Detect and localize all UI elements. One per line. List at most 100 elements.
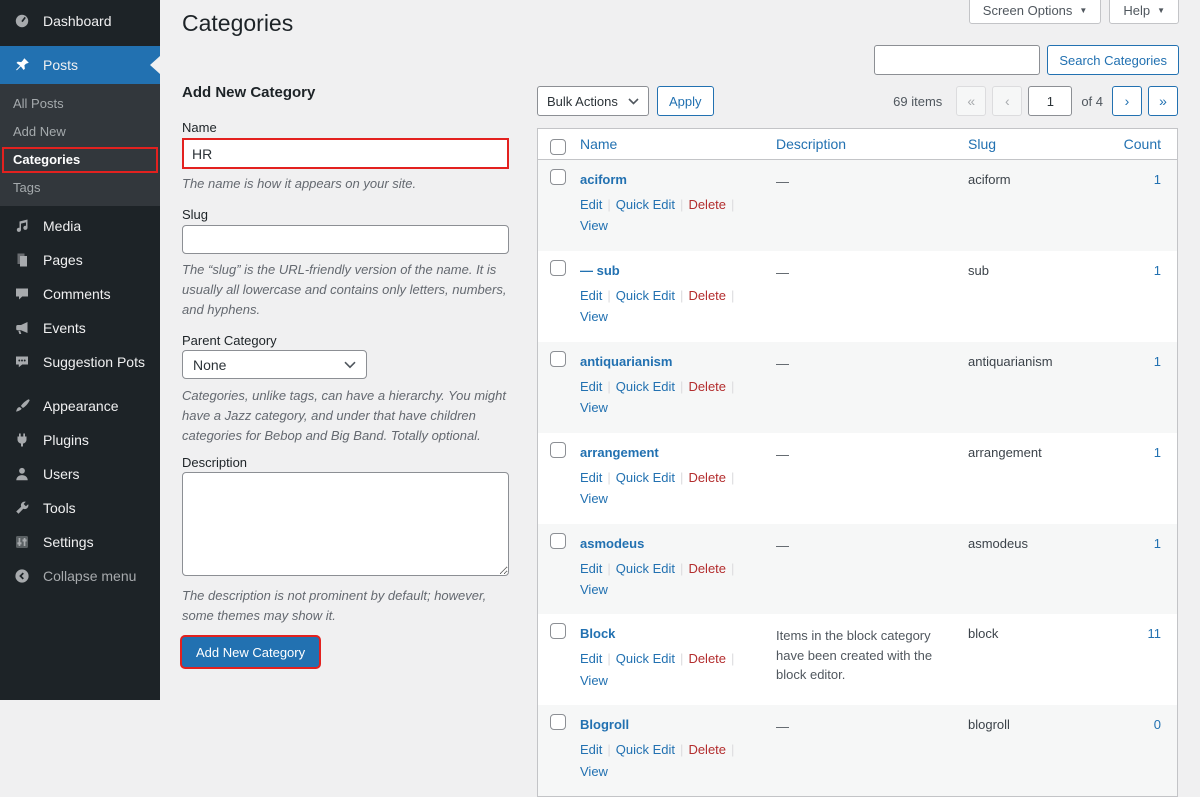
add-new-category-button[interactable]: Add New Category (182, 637, 319, 667)
row-checkbox[interactable] (550, 623, 566, 639)
edit-link[interactable]: Edit (580, 288, 602, 303)
view-link[interactable]: View (580, 582, 608, 597)
bulk-actions-select[interactable]: Bulk Actions (537, 86, 649, 116)
view-link[interactable]: View (580, 764, 608, 779)
header-count[interactable]: Count (1094, 129, 1177, 160)
row-checkbox[interactable] (550, 260, 566, 276)
view-link[interactable]: View (580, 491, 608, 506)
category-name-link[interactable]: — sub (580, 263, 620, 278)
count-link[interactable]: 1 (1154, 263, 1161, 278)
category-slug-input[interactable] (182, 225, 509, 254)
parent-category-select[interactable]: None (182, 350, 367, 379)
view-link[interactable]: View (580, 218, 608, 233)
separator: | (680, 561, 683, 576)
row-checkbox[interactable] (550, 442, 566, 458)
sidebar-item-all-posts[interactable]: All Posts (0, 90, 160, 118)
edit-link[interactable]: Edit (580, 561, 602, 576)
search-input[interactable] (874, 45, 1040, 75)
quick-edit-link[interactable]: Quick Edit (616, 470, 675, 485)
row-checkbox[interactable] (550, 714, 566, 730)
separator: | (680, 379, 683, 394)
search-categories-button[interactable]: Search Categories (1047, 45, 1179, 75)
sidebar-item-add-new[interactable]: Add New (0, 118, 160, 146)
view-link[interactable]: View (580, 673, 608, 688)
help-button[interactable]: Help ▼ (1109, 0, 1179, 24)
last-page-button[interactable]: » (1148, 86, 1178, 116)
parent-help-text: Categories, unlike tags, can have a hier… (182, 386, 514, 446)
sidebar-item-dashboard[interactable]: Dashboard (0, 4, 160, 38)
collapse-menu-button[interactable]: Collapse menu (0, 559, 160, 593)
count-link[interactable]: 1 (1154, 354, 1161, 369)
edit-link[interactable]: Edit (580, 470, 602, 485)
edit-link[interactable]: Edit (580, 651, 602, 666)
sidebar-item-label: Posts (43, 57, 78, 73)
sidebar-item-label: Pages (43, 252, 83, 268)
sidebar-item-users[interactable]: Users (0, 457, 160, 491)
delete-link[interactable]: Delete (688, 470, 726, 485)
quick-edit-link[interactable]: Quick Edit (616, 197, 675, 212)
edit-link[interactable]: Edit (580, 197, 602, 212)
sidebar-item-settings[interactable]: Settings (0, 525, 160, 559)
edit-link[interactable]: Edit (580, 379, 602, 394)
count-link[interactable]: 1 (1154, 536, 1161, 551)
row-checkbox[interactable] (550, 533, 566, 549)
delete-link[interactable]: Delete (688, 288, 726, 303)
category-name-link[interactable]: antiquarianism (580, 354, 672, 369)
sidebar-item-pages[interactable]: Pages (0, 243, 160, 277)
view-link[interactable]: View (580, 400, 608, 415)
total-pages-label: of 4 (1081, 94, 1103, 109)
edit-link[interactable]: Edit (580, 742, 602, 757)
sidebar-item-tags[interactable]: Tags (0, 174, 160, 202)
apply-button[interactable]: Apply (657, 86, 714, 116)
main-content: Categories Screen Options ▼ Help ▼ Searc… (160, 0, 1200, 700)
sidebar-item-suggestion-pots[interactable]: Suggestion Pots (0, 345, 160, 379)
first-page-button[interactable]: « (956, 86, 986, 116)
count-link[interactable]: 0 (1154, 717, 1161, 732)
category-name-link[interactable]: aciform (580, 172, 627, 187)
category-name-link[interactable]: arrangement (580, 445, 659, 460)
count-link[interactable]: 11 (1148, 626, 1162, 641)
prev-page-button[interactable]: ‹ (992, 86, 1022, 116)
sidebar-item-categories[interactable]: Categories (2, 147, 158, 173)
header-slug[interactable]: Slug (958, 129, 1094, 160)
header-name[interactable]: Name (570, 129, 766, 160)
row-checkbox[interactable] (550, 169, 566, 185)
sidebar-item-tools[interactable]: Tools (0, 491, 160, 525)
delete-link[interactable]: Delete (688, 561, 726, 576)
quick-edit-link[interactable]: Quick Edit (616, 379, 675, 394)
row-actions: Edit|Quick Edit|Delete| View (580, 285, 756, 328)
sidebar-item-plugins[interactable]: Plugins (0, 423, 160, 457)
slug-help-text: The “slug” is the URL-friendly version o… (182, 260, 514, 320)
screen-options-button[interactable]: Screen Options ▼ (969, 0, 1102, 24)
count-link[interactable]: 1 (1154, 445, 1161, 460)
category-description-textarea[interactable] (182, 472, 509, 576)
next-page-button[interactable]: › (1112, 86, 1142, 116)
category-name-link[interactable]: Block (580, 626, 615, 641)
wrench-icon (12, 500, 32, 516)
sidebar-item-media[interactable]: Media (0, 209, 160, 243)
delete-link[interactable]: Delete (688, 651, 726, 666)
quick-edit-link[interactable]: Quick Edit (616, 651, 675, 666)
delete-link[interactable]: Delete (688, 742, 726, 757)
sidebar-item-events[interactable]: Events (0, 311, 160, 345)
parent-category-value: None (193, 357, 226, 373)
quick-edit-link[interactable]: Quick Edit (616, 288, 675, 303)
quick-edit-link[interactable]: Quick Edit (616, 561, 675, 576)
plug-icon (12, 432, 32, 448)
quick-edit-link[interactable]: Quick Edit (616, 742, 675, 757)
category-name-input[interactable] (182, 138, 509, 169)
sidebar-item-posts[interactable]: Posts (0, 46, 160, 84)
delete-link[interactable]: Delete (688, 379, 726, 394)
select-all-checkbox[interactable] (550, 139, 566, 155)
row-checkbox[interactable] (550, 351, 566, 367)
view-link[interactable]: View (580, 309, 608, 324)
count-link[interactable]: 1 (1154, 172, 1161, 187)
sidebar-item-comments[interactable]: Comments (0, 277, 160, 311)
category-name-link[interactable]: Blogroll (580, 717, 629, 732)
category-name-link[interactable]: asmodeus (580, 536, 644, 551)
description-cell: Items in the block category have been cr… (766, 614, 958, 705)
current-page-input[interactable] (1028, 86, 1072, 116)
delete-link[interactable]: Delete (688, 197, 726, 212)
sidebar-item-appearance[interactable]: Appearance (0, 389, 160, 423)
header-description[interactable]: Description (766, 129, 958, 160)
